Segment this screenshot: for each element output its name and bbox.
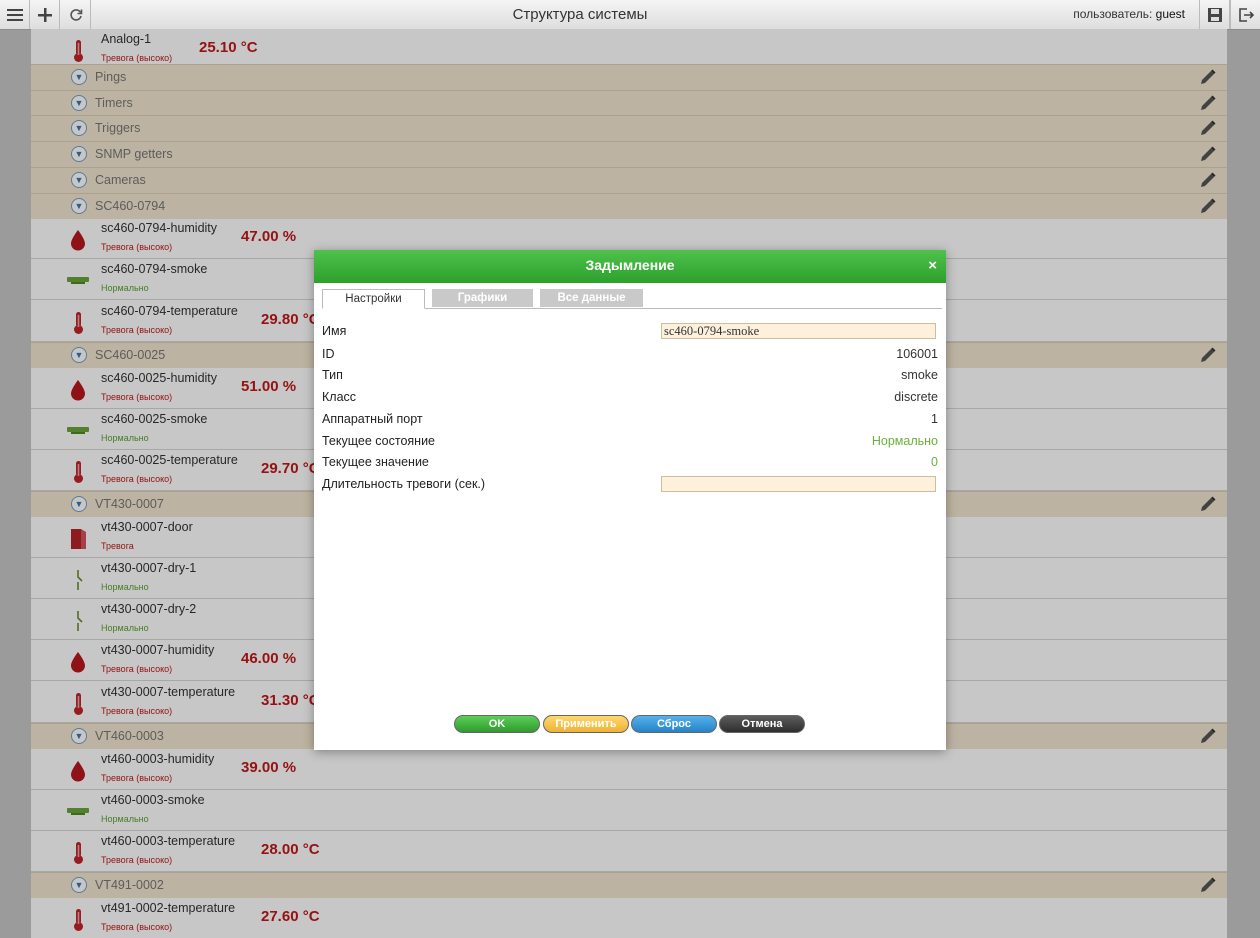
id-value: 106001 [896,347,938,361]
state-label: Текущее состояние [322,434,436,448]
port-label: Аппаратный порт [322,412,423,426]
dialog-title: Задымление [585,257,675,273]
state-value: Нормально [871,434,938,448]
current-value-label: Текущее значение [322,455,429,469]
tab-all-data[interactable]: Все данные [540,289,643,307]
name-input[interactable] [661,323,936,339]
dialog-header: Задымление × [314,250,946,283]
class-value: discrete [894,390,938,404]
type-value: smoke [901,368,938,382]
user-name: guest [1155,7,1185,21]
top-bar: Структура системы пользователь: guest [0,0,1260,30]
tab-settings[interactable]: Настройки [322,289,425,309]
dialog-tabs: Настройки Графики Все данные [322,289,942,309]
current-value: 0 [931,455,938,469]
user-info: пользователь: guest [1073,7,1185,21]
alarm-duration-input[interactable] [661,476,936,492]
sensor-dialog: Задымление × Настройки Графики Все данны… [314,250,946,750]
class-label: Класс [322,390,357,404]
user-label: пользователь: [1073,7,1153,21]
tab-charts[interactable]: Графики [432,289,533,307]
port-value: 1 [931,412,938,426]
cancel-button[interactable]: Отмена [719,715,805,733]
ok-button[interactable]: OK [454,715,540,733]
close-icon[interactable]: × [928,250,937,281]
name-label: Имя [322,324,347,338]
alarm-duration-label: Длительность тревоги (сек.) [322,477,486,491]
apply-button[interactable]: Применить [543,715,629,733]
save-icon[interactable] [1199,0,1230,29]
id-label: ID [322,347,335,361]
logout-icon[interactable] [1230,0,1260,29]
type-label: Тип [322,368,343,382]
reset-button[interactable]: Сброс [631,715,717,733]
page-title: Структура системы [512,6,648,23]
